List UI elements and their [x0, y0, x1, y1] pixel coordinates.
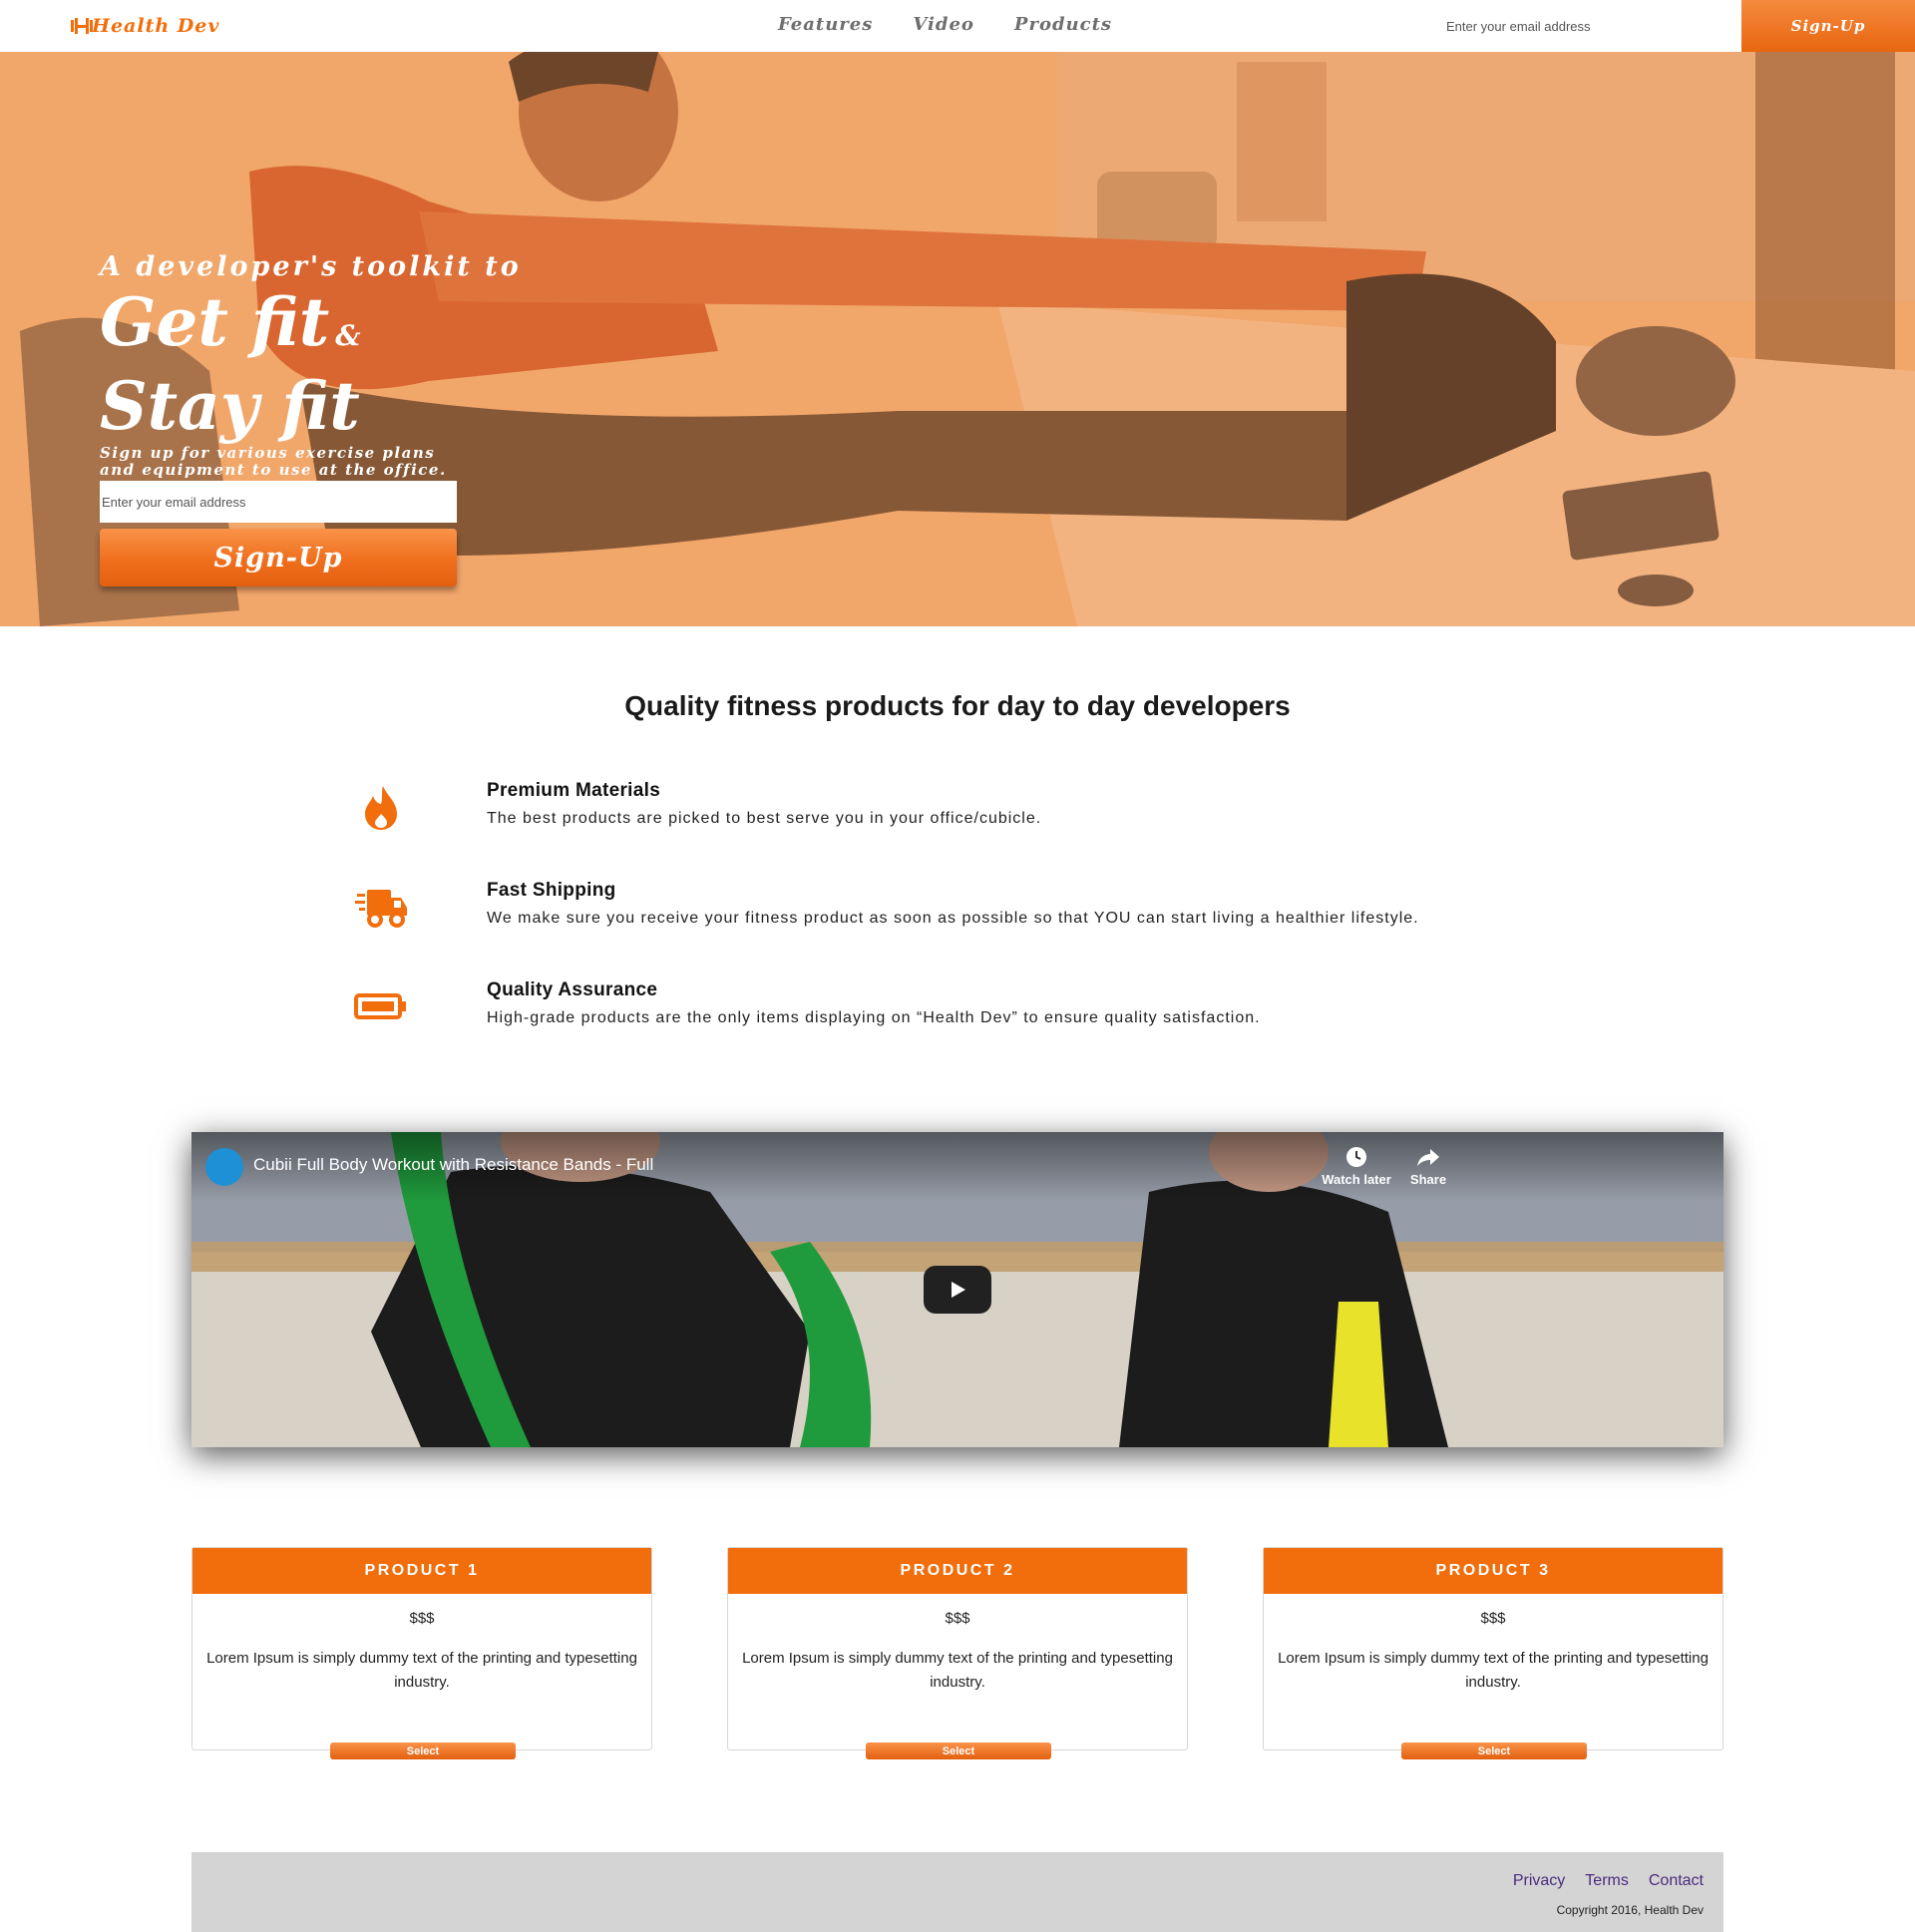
- hero-section: A developer's toolkit to Get fit & Stay f…: [0, 52, 1915, 626]
- hero-text-block: A developer's toolkit to Get fit & Stay f…: [100, 251, 522, 479]
- features-title: Quality fitness products for day to day …: [624, 690, 1291, 721]
- top-navbar: Health Dev Features Video Products Sign-…: [0, 0, 1915, 52]
- nav-links: Features Video Products: [778, 12, 1112, 38]
- product-price: $$$: [1480, 1610, 1506, 1627]
- truck-icon: [355, 890, 407, 928]
- feature-description: We make sure you receive your fitness pr…: [487, 910, 1419, 927]
- share-button[interactable]: Share: [1398, 1146, 1458, 1187]
- brand-logo[interactable]: Health Dev: [70, 12, 219, 40]
- hero-subtext: Sign up for various exercise plans and e…: [100, 444, 447, 479]
- feature-title: Quality Assurance: [487, 979, 658, 1000]
- feature-item: Premium Materials The best products are …: [339, 780, 1576, 860]
- watch-later-button[interactable]: Watch later: [1317, 1146, 1396, 1187]
- product-description: Lorem Ipsum is simply dummy text of the …: [1278, 1650, 1709, 1691]
- footer-link-privacy[interactable]: Privacy: [1513, 1872, 1565, 1890]
- video-embed[interactable]: Cubii Full Body Workout with Resistance …: [192, 1132, 1724, 1447]
- product-name: PRODUCT 3: [1264, 1548, 1723, 1594]
- footer-link-terms[interactable]: Terms: [1585, 1872, 1629, 1890]
- product-card: PRODUCT 3 $$$ Lorem Ipsum is simply dumm…: [1263, 1547, 1724, 1759]
- product-description: Lorem Ipsum is simply dummy text of the …: [206, 1650, 637, 1691]
- footer: Privacy Terms Contact Copyright 2016, He…: [192, 1852, 1724, 1932]
- hero-headline-line1: Get fit: [100, 283, 330, 361]
- product-description: Lorem Ipsum is simply dummy text of the …: [742, 1650, 1173, 1691]
- play-icon: [952, 1282, 965, 1298]
- product-name: PRODUCT 1: [192, 1548, 651, 1594]
- hero-kicker: A developer's toolkit to: [100, 251, 522, 282]
- share-label: Share: [1409, 1172, 1447, 1187]
- nav-link-products[interactable]: Products: [1014, 12, 1112, 38]
- feature-title: Fast Shipping: [487, 880, 616, 901]
- battery-icon: [354, 993, 406, 1019]
- hero-headline-amp: &: [335, 319, 361, 352]
- product-name: PRODUCT 2: [728, 1548, 1187, 1594]
- nav-link-video[interactable]: Video: [913, 12, 974, 38]
- channel-avatar[interactable]: [205, 1148, 243, 1186]
- product-card: PRODUCT 1 $$$ Lorem Ipsum is simply dumm…: [192, 1547, 652, 1759]
- product-select-button[interactable]: Select: [866, 1742, 1051, 1759]
- hero-headline: Get fit & Stay fit: [100, 287, 522, 441]
- footer-links: Privacy Terms Contact: [1513, 1872, 1704, 1890]
- nav-signup-button[interactable]: Sign-Up: [1741, 0, 1915, 52]
- product-price: $$$: [409, 1610, 435, 1627]
- product-select-button[interactable]: Select: [1401, 1742, 1587, 1759]
- brand-name: Health Dev: [92, 15, 220, 37]
- hero-signup-button[interactable]: Sign-Up: [100, 529, 457, 586]
- nav-email-input[interactable]: [1446, 12, 1725, 40]
- watch-later-label: Watch later: [1322, 1172, 1391, 1187]
- hero-email-input[interactable]: [100, 481, 457, 523]
- feature-item: Quality Assurance High-grade products ar…: [339, 979, 1576, 1059]
- copyright-text: Copyright 2016, Health Dev: [1556, 1903, 1704, 1917]
- feature-description: High-grade products are the only items d…: [487, 1009, 1261, 1026]
- nav-link-features[interactable]: Features: [778, 12, 873, 38]
- share-icon: [1417, 1149, 1439, 1166]
- play-button[interactable]: [924, 1266, 991, 1314]
- feature-item: Fast Shipping We make sure you receive y…: [339, 880, 1576, 960]
- video-title[interactable]: Cubii Full Body Workout with Resistance …: [253, 1155, 653, 1175]
- feature-title: Premium Materials: [487, 780, 661, 801]
- flame-icon: [365, 786, 397, 830]
- product-card: PRODUCT 2 $$$ Lorem Ipsum is simply dumm…: [727, 1547, 1188, 1759]
- hero-headline-line2: Stay fit: [100, 367, 360, 445]
- clock-icon: [1346, 1147, 1366, 1167]
- dumbbell-icon: [71, 18, 93, 34]
- feature-description: The best products are picked to best ser…: [487, 810, 1042, 827]
- footer-link-contact[interactable]: Contact: [1649, 1872, 1704, 1890]
- product-select-button[interactable]: Select: [330, 1742, 516, 1759]
- product-price: $$$: [945, 1610, 970, 1627]
